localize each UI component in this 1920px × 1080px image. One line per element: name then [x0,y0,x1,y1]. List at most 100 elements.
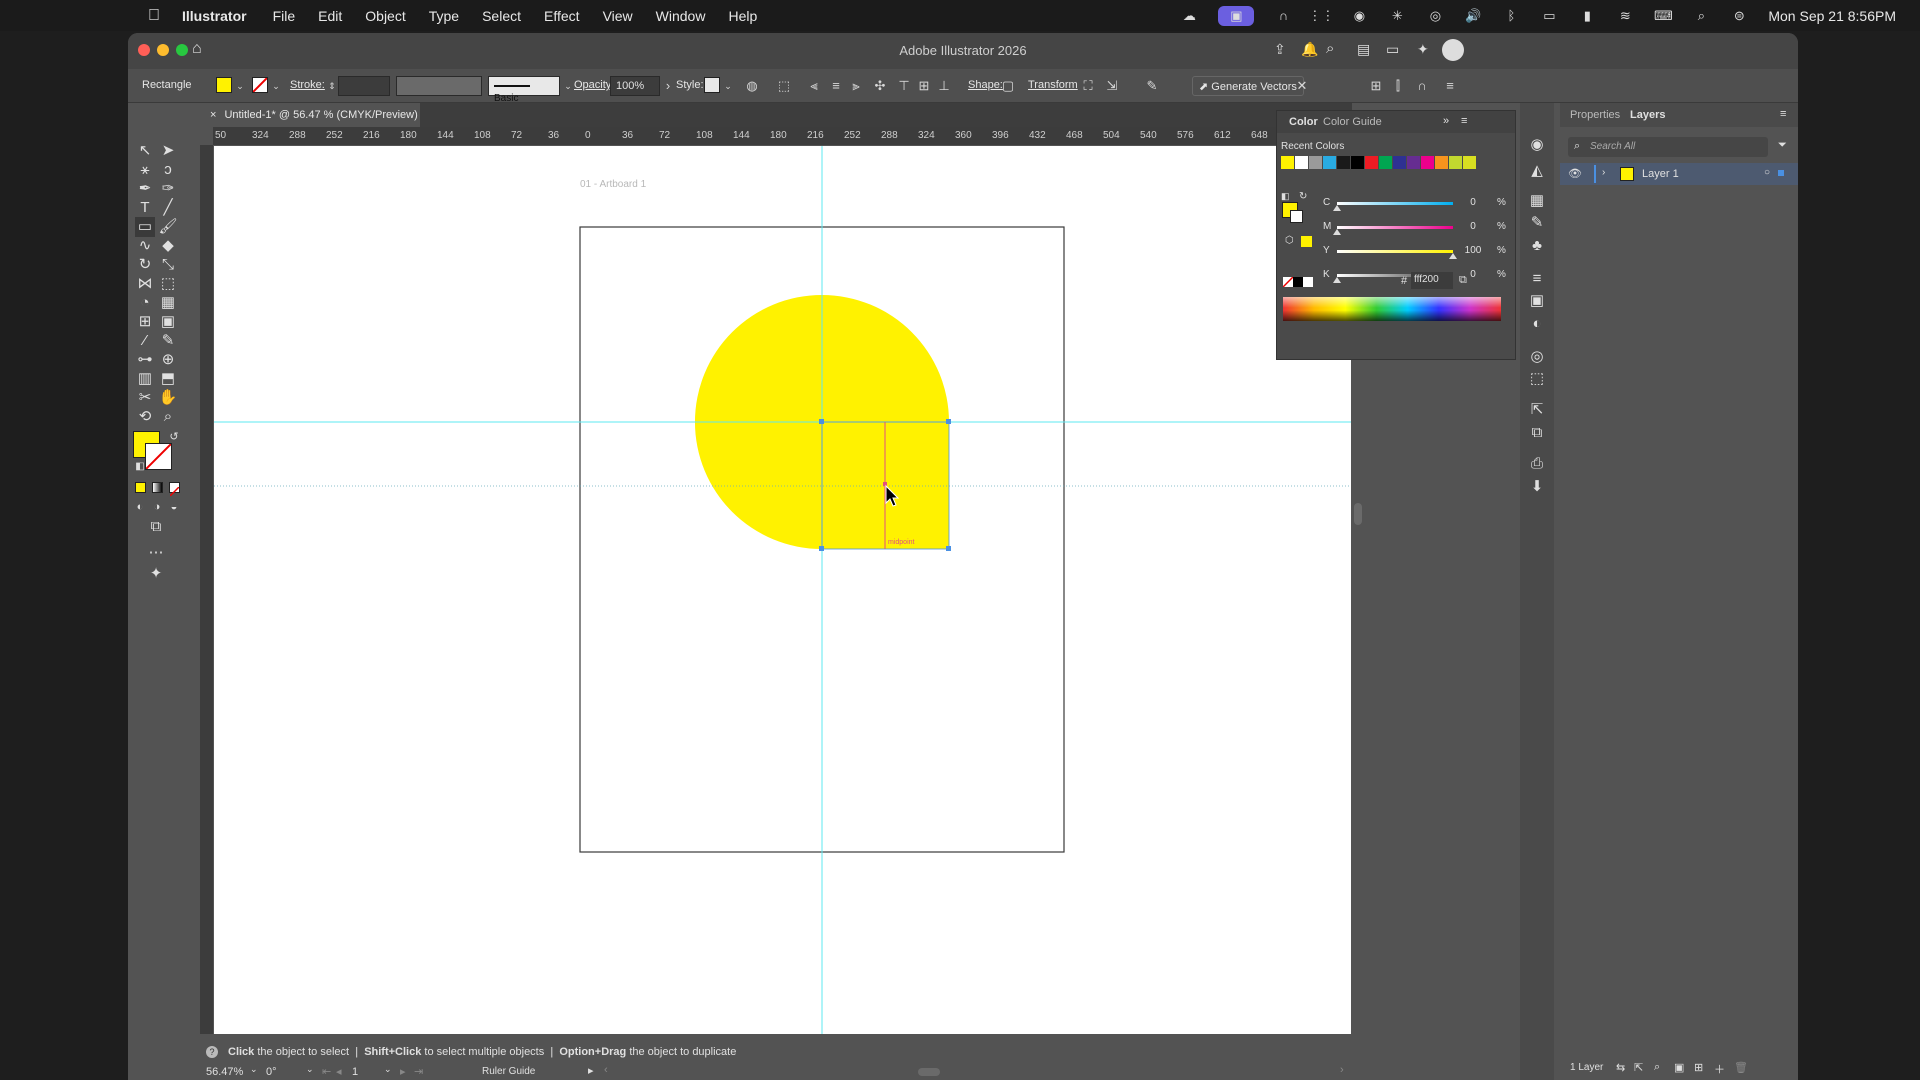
default-fill-stroke-icon[interactable]: ◧ [130,457,150,477]
recent-color-swatch[interactable] [1449,156,1462,169]
battery-icon[interactable]: ▮ [1578,8,1596,23]
rotation-field[interactable]: 0° [266,1066,277,1078]
keyboard-icon[interactable]: ⌨ [1654,8,1673,23]
style-dropdown-icon[interactable]: ⌄ [720,78,736,94]
rotation-dropdown-icon[interactable]: ⌄ [306,1064,314,1075]
vertical-ruler[interactable] [200,145,213,1080]
arrange-documents-icon[interactable]: ▤ [1357,41,1370,58]
recent-color-swatch[interactable] [1421,156,1434,169]
first-artboard-icon[interactable]: ⇤ [322,1065,331,1078]
shape-builder-tool-icon[interactable]: ◔ [135,293,155,313]
status-menu-icon[interactable]: ▸ [588,1064,594,1077]
control-center-icon[interactable]: ⊜ [1730,8,1748,23]
asset-export-panel-icon[interactable]: ⎙ [1527,454,1547,474]
channel-value-field[interactable]: 0 [1457,195,1489,212]
expand-layer-icon[interactable]: › [1602,167,1605,178]
arrange-icon[interactable]: ⊞ [1368,78,1384,94]
generate-vectors-button[interactable]: ⬈ Generate Vectors [1192,76,1304,96]
anchor-point-bottom-left[interactable] [819,546,824,551]
copy-hex-icon[interactable]: ⧉ [1459,274,1467,287]
apple-menu-icon[interactable]:  [144,6,164,26]
recent-color-swatch[interactable] [1435,156,1448,169]
volume-icon[interactable]: 🔊 [1464,8,1482,23]
recent-color-swatch[interactable] [1407,156,1420,169]
magic-wand-tool-icon[interactable]: ⚹ [135,160,155,180]
menu-select[interactable]: Select [482,8,521,24]
draw-inside-icon[interactable]: ◒ [164,497,184,517]
rectangle-tool-icon[interactable]: ▭ [135,217,155,237]
channel-slider-thumb[interactable] [1333,205,1341,211]
transparency-panel-icon[interactable]: ◐ [1527,314,1547,334]
isolate-object-icon[interactable]: ⛶ [1080,78,1096,94]
recent-color-swatch[interactable] [1379,156,1392,169]
align-vertical-center-icon[interactable]: ⊞ [916,78,932,94]
align-horizontal-center-icon[interactable]: ≡ [828,78,844,94]
color-spectrum[interactable] [1283,297,1501,321]
gradient-mode-button[interactable] [152,482,163,493]
lasso-tool-icon[interactable]: ↄ [158,160,178,180]
new-sublayer-icon[interactable]: ⊞ [1694,1061,1703,1074]
edit-toolbar-more-icon[interactable]: ⋯ [146,543,166,563]
arc-icon[interactable]: ∩ [1274,8,1292,23]
perplexity-icon[interactable]: ✳ [1388,8,1406,23]
fill-dropdown-icon[interactable]: ⌄ [232,78,248,94]
next-artboard-icon[interactable]: ▸ [400,1065,406,1078]
channel-slider-thumb[interactable] [1449,253,1457,259]
symbols-panel-icon[interactable]: ♣ [1527,236,1547,256]
channel-slider-thumb[interactable] [1333,229,1341,235]
stroke-dropdown-icon[interactable]: ⌄ [268,78,284,94]
wifi-icon[interactable]: ≋ [1616,8,1634,23]
workspace-icon[interactable]: ▭ [1386,41,1399,58]
creative-cloud-icon[interactable]: ☁ [1180,8,1198,23]
menu-effect[interactable]: Effect [544,8,580,24]
mesh-tool-icon[interactable]: ⊞ [135,312,155,332]
menu-view[interactable]: View [603,8,633,24]
spotlight-search-icon[interactable]: ⌕ [1692,8,1710,23]
recent-color-swatch[interactable] [1323,156,1336,169]
graphic-style-swatch[interactable] [704,77,720,93]
search-icon[interactable]: ⌕ [1326,40,1334,57]
transform-button[interactable]: Transform [1028,79,1078,91]
white-swatch[interactable] [1303,277,1313,287]
layers-search-field[interactable]: ⌕ Search All [1568,137,1768,157]
distribute-icon[interactable]: ✣ [872,78,888,94]
stroke-panel-icon[interactable]: ≡ [1527,269,1547,289]
recent-color-swatch[interactable] [1351,156,1364,169]
align-bottom-icon[interactable]: ⊥ [936,78,952,94]
channel-slider[interactable] [1337,202,1453,205]
edit-toolbar-icon[interactable]: ✎ [1144,78,1160,94]
tab-color-guide[interactable]: Color Guide [1323,116,1382,128]
pin-icon[interactable]: ✕ [1294,78,1310,94]
eraser-tool-icon[interactable]: ◆ [158,236,178,256]
layers-filter-icon[interactable]: ⏷ [1778,139,1787,152]
layer-row[interactable]: 👁 › Layer 1 ○ [1560,163,1798,185]
opacity-field[interactable]: 100% [610,76,660,96]
recent-color-swatch[interactable] [1463,156,1476,169]
menu-type[interactable]: Type [429,8,459,24]
swatches-panel-icon[interactable]: ▦ [1527,191,1547,211]
channel-slider-thumb[interactable] [1333,277,1341,283]
layers-menu-icon[interactable]: ≡ [1780,108,1786,120]
curvature-tool-icon[interactable]: ✑ [158,179,178,199]
appearance-panel-icon[interactable]: ◉ [1527,135,1547,155]
artboard-tool-icon[interactable]: ⬒ [158,369,178,389]
anchor-point-top-right[interactable] [946,419,951,424]
recent-color-swatch[interactable] [1309,156,1322,169]
scale-tool-icon[interactable]: ⤡ [158,255,178,275]
anchor-point-top-left[interactable] [819,419,824,424]
fill-swatch[interactable] [216,77,232,93]
grid-icon[interactable]: ⋮⋮ [1308,8,1334,23]
horizontal-scroll-left-icon[interactable]: ‹ [604,1064,608,1076]
generative-tool-icon[interactable]: ✦ [146,564,166,584]
channel-slider[interactable] [1337,226,1453,229]
transform-each-icon[interactable]: ⇲ [1104,78,1120,94]
current-tool-info[interactable]: Ruler Guide [482,1066,535,1077]
align-top-icon[interactable]: ⊤ [896,78,912,94]
artboard-label[interactable]: 01 - Artboard 1 [580,179,646,190]
align-left-icon[interactable]: ⫷ [806,78,822,94]
line-tool-icon[interactable]: ╱ [158,198,178,218]
color-mode-button[interactable] [135,482,146,493]
horizontal-scroll-right-icon[interactable]: › [1340,1064,1344,1076]
layer-name[interactable]: Layer 1 [1642,168,1679,180]
align-to-icon[interactable]: ⬚ [776,78,792,94]
